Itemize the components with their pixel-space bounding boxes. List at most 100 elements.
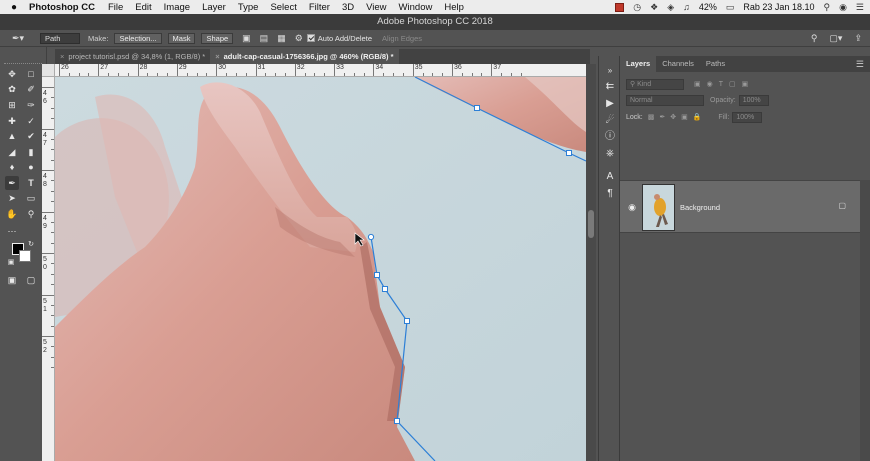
filter-kind-select[interactable]: ⚲ Kind [626,78,684,90]
share-icon[interactable]: ⇪ [854,33,862,44]
history-brush-tool-icon[interactable]: ✔ [24,129,38,143]
siri-icon[interactable]: ◉ [839,2,847,13]
quick-mask-icon[interactable]: ▣ [5,273,19,287]
eye-visibility-icon[interactable]: ◉ [626,201,638,213]
blend-mode-select[interactable]: Normal [626,94,704,106]
bluetooth-icon[interactable]: ❖ [650,2,658,13]
auto-add-delete-checkbox[interactable] [306,34,315,42]
spotlight-search-icon[interactable]: ⚲ [823,2,830,13]
menu-edit[interactable]: Edit [135,2,151,13]
document-canvas[interactable] [55,77,586,461]
app-name-menu[interactable]: Photoshop CC [29,2,95,13]
opacity-field[interactable]: 100% [738,94,769,106]
marquee-tool-icon[interactable]: □ [24,67,38,81]
lock-icon: ▢ [838,201,846,210]
recording-icon[interactable] [615,2,625,12]
menu-type[interactable]: Type [238,2,259,13]
tab-project-tutorial[interactable]: × project tutorisl.psd @ 34,8% (1, RGB/8… [55,49,210,64]
tab-paths[interactable]: Paths [700,56,731,72]
workspace-icon[interactable]: ▢▾ [829,33,842,44]
settings-gear-icon[interactable]: ⚙ [295,33,303,44]
eyedropper-tool-icon[interactable]: ✑ [24,98,38,112]
tab-adult-cap-casual[interactable]: × adult-cap-casual-1756366.jpg @ 460% (R… [210,49,399,64]
tab-close-icon[interactable]: × [215,49,219,64]
collapse-panels-icon[interactable]: » [603,64,617,78]
quick-selection-tool-icon[interactable]: ✐ [24,82,38,96]
toolbar-grip[interactable] [4,63,42,65]
tab-close-icon[interactable]: × [60,49,64,64]
gradient-tool-icon[interactable]: ▮ [24,145,38,159]
menu-help[interactable]: Help [444,2,464,13]
adjustments-panel-icon[interactable]: ☄ [603,114,617,128]
make-selection-button[interactable]: Selection... [114,32,162,44]
layer-row-background[interactable]: ◉ Background ▢ [620,180,860,233]
layer-name[interactable]: Background [680,203,720,212]
battery-percent[interactable]: 42% [699,2,717,12]
panel-menu-icon[interactable]: ☰ [856,56,864,72]
lock-icons[interactable]: ▩✒✥▣🔒 [648,113,707,121]
canvas-vertical-scrollbar[interactable] [586,64,596,461]
paragraph-panel-icon[interactable]: ¶ [603,187,617,201]
auto-add-delete-label: Auto Add/Delete [317,33,372,43]
dodge-tool-icon[interactable]: ● [24,160,38,174]
menu-window[interactable]: Window [399,2,433,13]
menu-file[interactable]: File [108,2,123,13]
menu-3d[interactable]: 3D [342,2,354,13]
align-edges-option[interactable]: Align Edges [382,34,422,43]
path-operations-icon[interactable]: ▣ [242,33,251,44]
notification-center-icon[interactable]: ☰ [856,2,864,13]
actions-play-icon[interactable]: ▶ [603,97,617,111]
move-tool-icon[interactable]: ✥ [5,67,19,81]
history-panel-icon[interactable]: ⇇ [603,80,617,94]
character-panel-icon[interactable]: A [603,170,617,184]
scrollbar-thumb[interactable] [588,210,594,238]
edit-toolbar-icon[interactable]: ⋯ [5,224,19,238]
menu-filter[interactable]: Filter [309,2,330,13]
fill-field[interactable]: 100% [732,111,763,123]
make-mask-button[interactable]: Mask [167,32,196,44]
menu-layer[interactable]: Layer [202,2,226,13]
blur-tool-icon[interactable]: ♦ [5,160,19,174]
clone-stamp-tool-icon[interactable]: ▲ [5,129,19,143]
eraser-tool-icon[interactable]: ◢ [5,145,19,159]
menu-view[interactable]: View [366,2,386,13]
crop-tool-icon[interactable]: ⊞ [5,98,19,112]
pen-tool-preset-icon[interactable]: ✒▾ [12,33,34,44]
path-selection-tool-icon[interactable]: ➤ [5,191,19,205]
swap-colors-icon[interactable]: ↻ [24,238,38,252]
ruler-label: 37 [493,64,502,71]
vertical-ruler[interactable]: 4 6 4 7 4 8 4 9 5 0 5 1 5 2 [42,77,55,461]
time-machine-icon[interactable]: ◷ [633,2,641,13]
zoom-tool-icon[interactable]: ⚲ [24,207,38,221]
tab-channels[interactable]: Channels [656,56,700,72]
brush-settings-panel-icon[interactable]: ⎈ [603,147,617,161]
layers-scrollbar[interactable] [860,180,870,461]
ruler-origin[interactable] [42,64,55,77]
battery-icon[interactable]: ▭ [726,2,735,13]
type-tool-icon[interactable]: T [24,176,38,190]
search-icon[interactable]: ⚲ [811,33,818,44]
make-shape-button[interactable]: Shape [201,32,234,44]
menu-image[interactable]: Image [164,2,190,13]
pen-tool-icon[interactable]: ✒ [5,176,19,190]
hand-tool-icon[interactable]: ✋ [5,207,19,221]
apple-menu-icon[interactable]: ● [11,2,21,13]
rectangle-tool-icon[interactable]: ▭ [24,191,38,205]
menu-select[interactable]: Select [270,2,296,13]
wifi-icon[interactable]: ◈ [667,2,674,13]
healing-brush-tool-icon[interactable]: ✚ [5,114,19,128]
volume-icon[interactable]: ♫ [683,2,690,12]
ruler-tick [42,294,54,296]
horizontal-ruler[interactable]: 26 27 28 29 30 31 32 33 34 35 36 37 [55,64,586,77]
path-arrangement-icon[interactable]: ▦ [277,33,286,44]
filter-type-icons[interactable]: ▣◉T▢▣ [694,80,754,88]
tab-layers[interactable]: Layers [620,56,657,72]
default-colors-icon[interactable]: ▣ [4,256,18,270]
info-panel-icon[interactable]: ⓘ [603,130,617,144]
tool-mode-select[interactable]: Path [40,32,80,44]
path-alignment-icon[interactable]: ▤ [260,33,269,44]
lasso-tool-icon[interactable]: ✿ [5,82,19,96]
screen-mode-icon[interactable]: ▢ [24,273,38,287]
clock[interactable]: Rab 23 Jan 18.10 [743,2,814,12]
brush-tool-icon[interactable]: ✓ [24,114,38,128]
